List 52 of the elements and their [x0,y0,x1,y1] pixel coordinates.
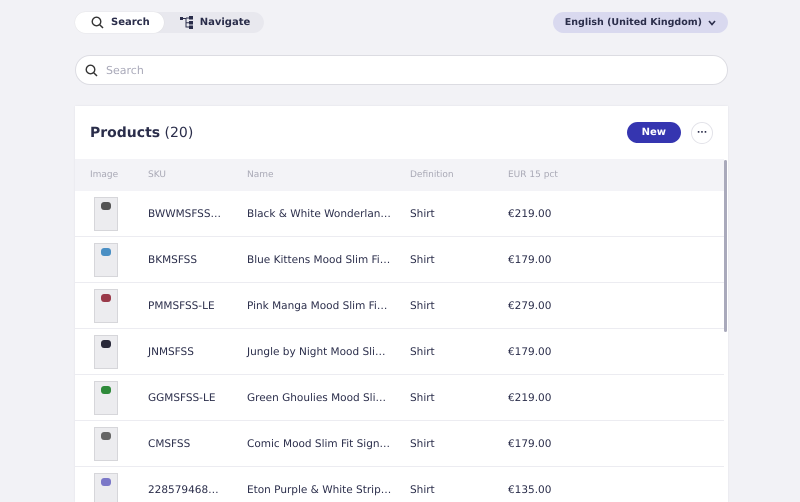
table-cell-text: BWWMSFSS… [148,208,222,220]
table-cell-text: Shirt [410,392,436,404]
new-button[interactable]: New [626,122,681,143]
table-row[interactable]: PMMSFSS-LE Pink Manga Mood Slim Fi… Shirt €279.00 [75,283,724,329]
table-cell-text: €179.00 [508,254,552,266]
search-field[interactable]: Search [75,55,728,85]
table-cell-text: JNMSFSS [148,346,195,358]
mode-tab[interactable]: Navigate [164,12,264,33]
table-cell-text: CMSFSS [148,438,192,450]
table-cell-text: €219.00 [508,392,552,404]
table-cell-text: Shirt [410,254,436,266]
search-icon [85,64,98,77]
table-cell-text: €179.00 [508,438,552,450]
table-cell-text: PMMSFSS-LE [148,300,216,312]
scrollbar[interactable] [724,160,727,332]
table-row[interactable]: JNMSFSS Jungle by Night Mood Sli… Shirt €179.00 [75,329,724,375]
table-cell-text: Black & White Wonderlan… [247,208,392,220]
column-header: Name [247,170,275,180]
table-cell-text: Shirt [410,484,436,496]
table-cell-text: Blue Kittens Mood Slim Fi… [247,254,392,266]
table-row[interactable]: 228579468… Eton Purple & White Strip… Shirt €135.00 [75,467,724,502]
language-dropdown[interactable]: English (United Kingdom) [552,12,728,33]
table-cell-text: BKMSFSS [148,254,198,266]
table-row[interactable]: BKMSFSS Blue Kittens Mood Slim Fi… Shirt €179.00 [75,237,724,283]
column-header: Image [90,170,120,180]
table-cell-text: Comic Mood Slim Fit Sign… [247,438,392,450]
more-button[interactable]: ··· [691,122,713,144]
column-header: EUR 15 pct [508,170,559,180]
table-cell-text: Pink Manga Mood Slim Fi… [247,300,388,312]
table-cell-text: Green Ghoulies Mood Sli… [247,392,388,404]
table-row[interactable]: BWWMSFSS… Black & White Wonderlan… Shirt €219.00 [75,191,724,237]
table-cell-text: Shirt [410,208,436,220]
table-cell-text: Shirt [410,300,436,312]
table-cell-text: Shirt [410,438,436,450]
tree-icon [180,16,193,29]
table-cell-text: €219.00 [508,208,552,220]
column-header: Definition [410,170,455,180]
table-row[interactable]: GGMSFSS-LE Green Ghoulies Mood Sli… Shirt €219.00 [75,375,724,421]
table-cell-text: Jungle by Night Mood Sli… [247,346,386,358]
column-header: SKU [148,170,167,180]
table-cell-text: 228579468… [148,484,220,496]
panel-title: Products (20) [90,124,194,140]
table-cell-text: Shirt [410,346,436,358]
search-icon [91,16,104,29]
table-cell-text: Eton Purple & White Strip… [247,484,392,496]
table-cell-text: €135.00 [508,484,552,496]
table-cell-text: €279.00 [508,300,552,312]
table-cell-text: €179.00 [508,346,552,358]
table-cell-text: GGMSFSS-LE [148,392,216,404]
mode-tab[interactable]: Search [75,12,164,33]
chevron-down-icon [708,20,716,26]
table-row[interactable]: CMSFSS Comic Mood Slim Fit Sign… Shirt €179.00 [75,421,724,467]
